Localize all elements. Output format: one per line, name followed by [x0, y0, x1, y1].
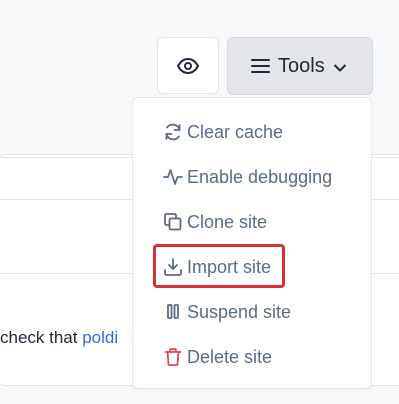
tools-label: Tools — [278, 54, 325, 77]
preview-button[interactable] — [157, 37, 219, 94]
menu-item-label: Clone site — [187, 211, 268, 232]
highlight-box — [153, 244, 285, 288]
copy-icon — [163, 212, 183, 232]
menu-icon — [250, 56, 272, 76]
chevron-down-icon — [333, 61, 347, 75]
trash-icon — [163, 347, 183, 367]
menu-item-label: Enable debugging — [187, 166, 333, 187]
menu-item-suspend-site[interactable]: Suspend site — [163, 299, 291, 325]
menu-item-enable-debugging[interactable]: Enable debugging — [163, 164, 332, 190]
background-link[interactable]: poldi — [82, 328, 118, 347]
menu-item-label: Suspend site — [187, 301, 292, 322]
menu-item-label: Delete site — [187, 346, 273, 367]
pause-icon — [163, 302, 183, 322]
background-text-prefix: check that — [0, 328, 83, 347]
refresh-icon — [163, 122, 183, 142]
background-text: check that poldi — [0, 328, 118, 348]
activity-icon — [163, 167, 183, 187]
menu-item-clear-cache[interactable]: Clear cache — [163, 119, 283, 145]
eye-icon — [177, 57, 199, 74]
tools-dropdown-menu: Clear cache Enable debugging Clone site … — [132, 97, 372, 389]
menu-item-clone-site[interactable]: Clone site — [163, 209, 267, 235]
tools-button[interactable]: Tools — [227, 37, 373, 95]
menu-item-label: Clear cache — [187, 121, 284, 142]
menu-item-delete-site[interactable]: Delete site — [163, 344, 272, 370]
